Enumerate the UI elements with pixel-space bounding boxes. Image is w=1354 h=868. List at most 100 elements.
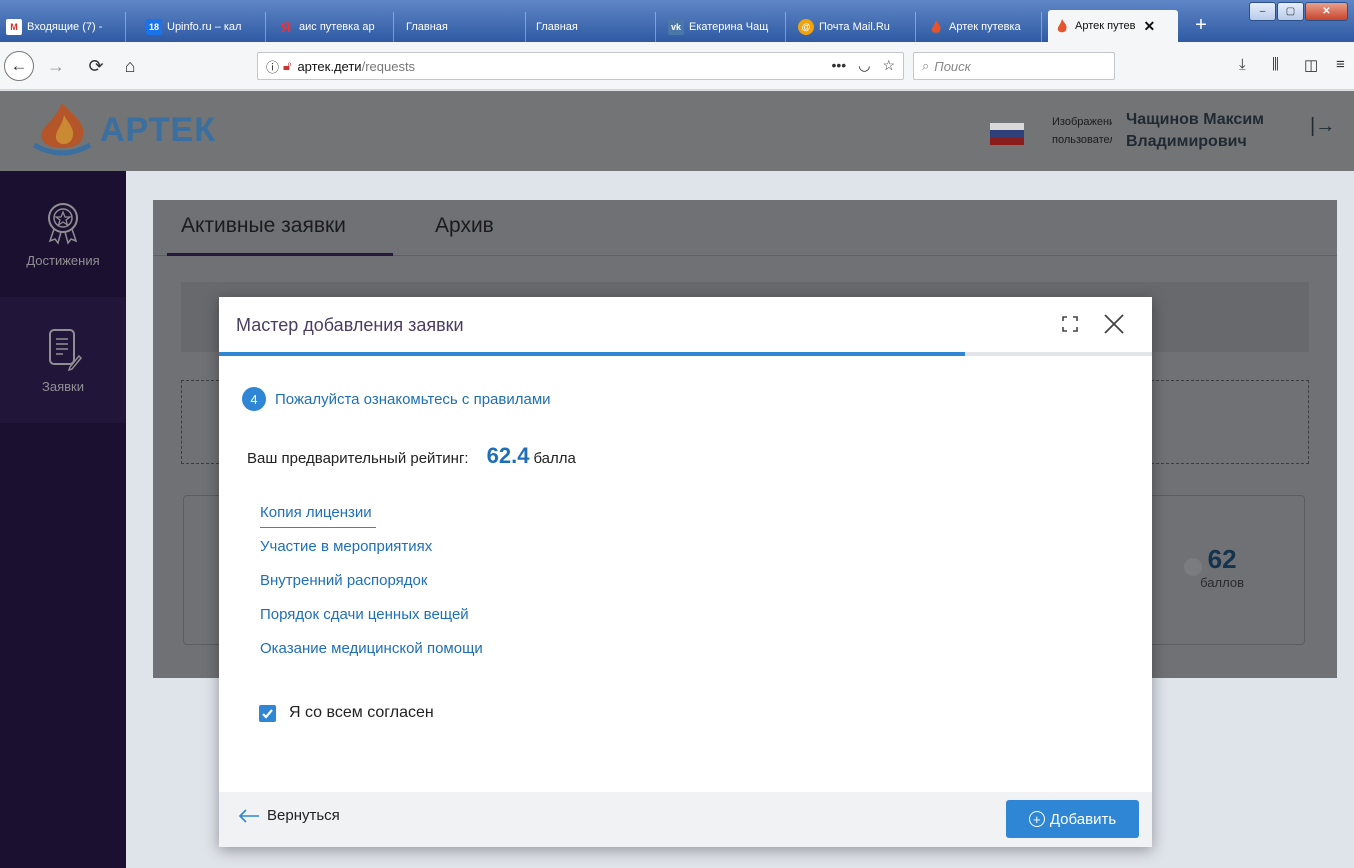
sidebar: Достижения Заявки [0,171,126,868]
maximize-button[interactable]: ▢ [1277,2,1304,21]
artek-flame-icon [1054,18,1070,34]
rule-link-license[interactable]: Копия лицензии [260,502,483,536]
mailru-icon: @ [798,19,814,35]
browser-tab-bar: M Входящие (7) - 18 Upinfo.ru – кал Я аи… [0,0,1354,42]
rules-links: Копия лицензии Участие в мероприятиях Вн… [260,502,483,672]
browser-tab[interactable]: M Входящие (7) - [0,12,126,42]
browser-nav-bar: ← → ⟳ ⌂ ⓘ 🔓︎ артек.дети/requests ••• ◡ ☆… [0,42,1354,90]
russian-flag-icon[interactable] [990,123,1024,145]
logo-text: АРТЕК [100,110,216,149]
vk-icon: vk [668,19,684,35]
sidebar-item-label: Заявки [42,378,84,394]
url-path: /requests [361,58,416,74]
wizard-progress-bar [219,352,1152,356]
rating-value: 62.4 [486,443,530,468]
tab-title: Артек путевка [949,21,1021,33]
add-button[interactable]: + Добавить [1006,800,1139,838]
back-button[interactable]: Вернуться [237,807,340,824]
request-tabs: Активные заявки Архив [153,200,1337,256]
browser-tab[interactable]: vk Екатерина Чащ [662,12,786,42]
minimize-button[interactable]: – [1249,2,1276,21]
add-button-label: Добавить [1049,810,1117,828]
browser-tab[interactable]: Главная [400,12,526,42]
sidebar-item-requests[interactable]: Заявки [0,297,126,423]
tab-title: Почта Mail.Ru [819,21,890,33]
browser-tab[interactable]: Я аис путевка ар [272,12,394,42]
search-input[interactable]: ⌕ Поиск [913,52,1115,80]
back-button-label: Вернуться [267,807,340,824]
search-placeholder: Поиск [934,58,971,74]
dialog-header: Мастер добавления заявки [219,297,1152,353]
avatar[interactable]: Изображение пользователя [1052,113,1112,149]
arrow-left-icon [238,808,259,823]
agree-checkbox-row[interactable]: Я со всем согласен [259,704,434,722]
search-icon: ⌕ [922,58,930,73]
rating-label: Ваш предварительный рейтинг: [247,450,469,467]
rule-link-label: Копия лицензии [260,502,376,528]
card-score-value: 62 [1207,544,1237,574]
artek-logo[interactable]: АРТЕК [30,101,216,159]
fullscreen-icon[interactable] [1061,315,1079,333]
address-bar[interactable]: ⓘ 🔓︎ артек.дети/requests ••• ◡ ☆ [257,52,904,80]
page-actions-icon[interactable]: ••• [832,57,847,74]
user-name-line1: Чащинов Максим [1126,111,1264,128]
rule-link-events[interactable]: Участие в мероприятиях [260,536,483,570]
new-tab-button[interactable]: + [1187,12,1215,40]
dialog-footer: Вернуться + Добавить [219,792,1152,847]
wizard-progress-fill [219,352,966,356]
sidebar-toggle-icon[interactable]: ◫ [1304,56,1318,74]
step-label: Пожалуйста ознакомьтесь с правилами [275,390,551,408]
bookmark-star-icon[interactable]: ☆ [882,57,895,74]
tab-title: Upinfo.ru – кал [167,21,242,33]
add-request-wizard-dialog: Мастер добавления заявки 4 Пожалуйста оз… [219,297,1152,847]
forward-arrow-icon[interactable]: → [44,52,68,80]
tab-title: аис путевка ар [299,21,375,33]
pocket-icon[interactable]: ◡ [858,57,870,74]
calendar-icon: 18 [146,19,162,35]
browser-tab[interactable]: @ Почта Mail.Ru [792,12,916,42]
url-host: артек.дети [297,58,362,74]
reload-icon[interactable]: ⟳ [84,52,108,80]
browser-tab[interactable]: Главная [530,12,656,42]
sidebar-item-achievements[interactable]: Достижения [0,171,126,297]
rating-unit: балла [533,450,576,467]
artek-flame-icon [928,19,944,35]
wizard-step: 4 Пожалуйста ознакомьтесь с правилами [242,387,551,411]
logout-icon[interactable]: |→ [1310,115,1335,138]
window-close-button[interactable]: ✕ [1305,2,1348,21]
tab-archive[interactable]: Архив [435,214,494,238]
user-name[interactable]: Чащинов Максим Владимирович [1126,109,1264,153]
browser-tab[interactable]: 18 Upinfo.ru – кал [140,12,266,42]
tab-active-requests[interactable]: Активные заявки [181,214,346,238]
agree-checkbox[interactable] [259,704,276,722]
back-arrow-icon[interactable]: ← [4,51,34,81]
info-icon[interactable]: ⓘ [266,57,279,76]
tab-title: Главная [536,21,578,33]
close-icon[interactable] [1103,313,1125,335]
home-icon[interactable]: ⌂ [118,52,142,80]
card-score: 62 баллов [1200,544,1244,590]
user-name-line2: Владимирович [1126,133,1247,150]
yandex-icon: Я [280,19,292,35]
insecure-lock-icon[interactable]: 🔓︎ [283,58,291,74]
checkmark-icon [262,708,273,719]
gmail-icon: M [6,19,22,35]
browser-tab[interactable]: Артек путевка [922,12,1042,42]
tab-close-icon[interactable]: ✕ [1143,18,1155,35]
window-controls: – ▢ ✕ [1248,2,1348,21]
rule-link-valuables[interactable]: Порядок сдачи ценных вещей [260,604,483,638]
downloads-icon[interactable]: ⤓ [1239,56,1246,73]
browser-tab-active[interactable]: Артек путев ✕ [1048,10,1178,42]
artek-flame-icon [32,103,92,156]
tab-title: Екатерина Чащ [689,21,769,33]
sidebar-item-label: Достижения [26,252,100,268]
site-header: АРТЕК Изображение пользователя Чащинов М… [0,91,1354,171]
rule-link-medical[interactable]: Оказание медицинской помощи [260,638,483,672]
tab-title: Главная [406,21,448,33]
card-score-unit: баллов [1200,575,1244,590]
menu-icon[interactable]: ≡ [1336,56,1345,73]
rule-link-internal-rules[interactable]: Внутренний распорядок [260,570,483,604]
library-icon[interactable]: ⫼ [1272,56,1279,73]
achievement-badge-icon [48,202,78,245]
preliminary-rating: Ваш предварительный рейтинг: 62.4 балла [247,443,576,469]
